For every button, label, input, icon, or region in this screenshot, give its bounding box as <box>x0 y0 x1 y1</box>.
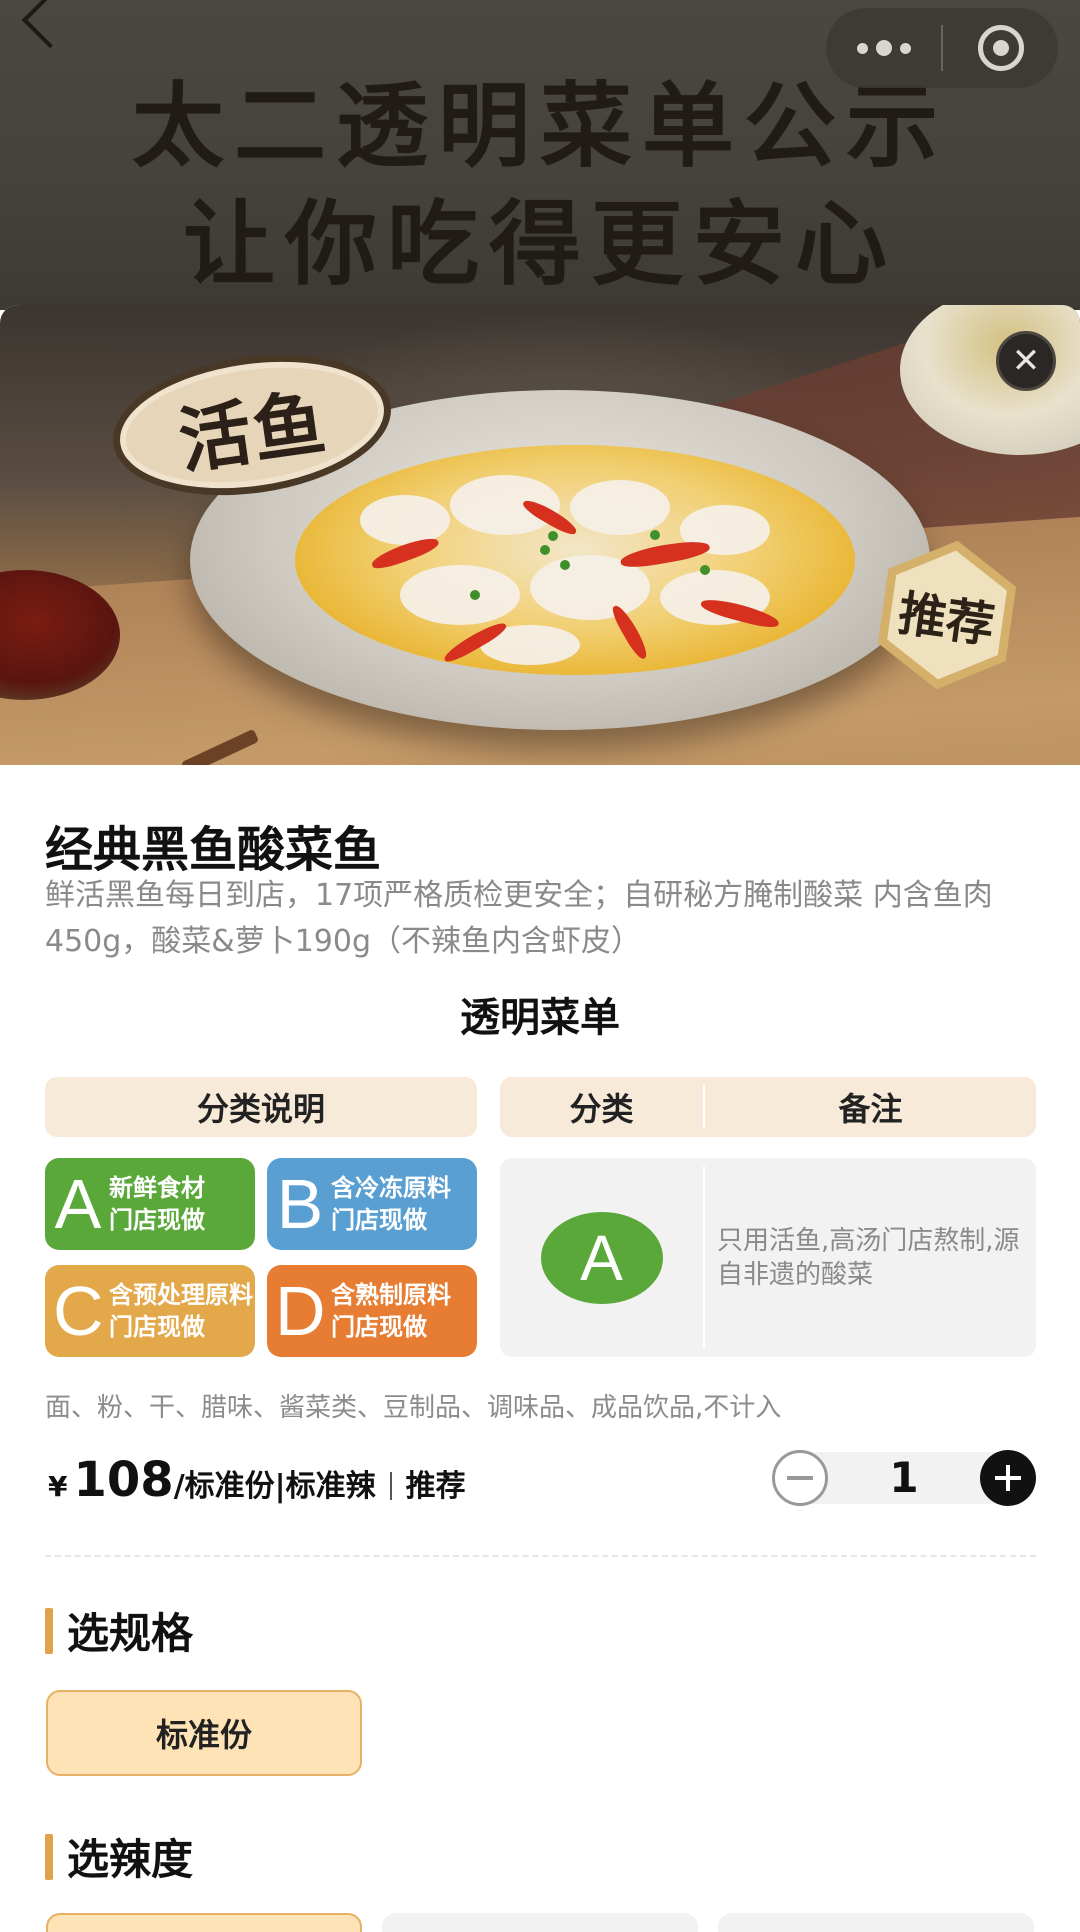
category-c-letter: C <box>53 1272 104 1350</box>
more-options-icon[interactable] <box>826 8 941 88</box>
plus-icon[interactable] <box>980 1450 1036 1506</box>
quantity-value: 1 <box>808 1452 1000 1504</box>
close-icon[interactable]: ✕ <box>996 331 1056 391</box>
classification-header: 分类 备注 <box>500 1077 1036 1137</box>
category-d-letter: D <box>275 1272 326 1350</box>
product-description: 鲜活黑鱼每日到店，17项严格质检更安全；自研秘方腌制酸菜 内含鱼肉450g，酸菜… <box>45 878 993 959</box>
currency-symbol: ¥ <box>48 1470 68 1503</box>
spec-section-title: 选规格 <box>45 1600 193 1661</box>
category-b-line1: 含冷冻原料 <box>331 1174 451 1202</box>
banner-subheadline: 让你吃得更安心 <box>182 190 897 298</box>
product-detail-page: 太二透明菜单公示 让你吃得更安心 活鱼 推荐 ✕ 经典黑鱼酸菜鱼 鲜活黑鱼每日到… <box>0 0 1080 1932</box>
mini-program-capsule <box>826 8 1058 88</box>
spice-option-2[interactable] <box>382 1913 698 1932</box>
category-a-line2: 门店现做 <box>109 1206 205 1234</box>
background-banner: 太二透明菜单公示 让你吃得更安心 <box>0 0 1080 310</box>
quantity-stepper: 1 <box>772 1450 1036 1506</box>
price-tag: 推荐 <box>405 1469 466 1504</box>
category-column-header: 分类 <box>569 1090 634 1128</box>
category-c-line2: 门店现做 <box>109 1313 205 1341</box>
category-d-line1: 含熟制原料 <box>331 1281 451 1309</box>
transparent-menu-title: 透明菜单 <box>460 995 620 1041</box>
product-name: 经典黑鱼酸菜鱼 <box>45 822 382 878</box>
category-b-legend: B 含冷冻原料门店现做 <box>267 1158 477 1250</box>
divider <box>45 1555 1036 1557</box>
category-d-line2: 门店现做 <box>331 1313 427 1341</box>
back-arrow-icon[interactable] <box>21 0 79 49</box>
recommend-badge-text: 推荐 <box>894 585 998 655</box>
spice-section-title: 选辣度 <box>45 1826 193 1887</box>
note-column-header: 备注 <box>838 1090 903 1128</box>
category-legend-header: 分类说明 <box>45 1077 477 1137</box>
item-classification: A 只用活鱼,高汤门店熬制,源自非遗的酸菜 <box>500 1158 1036 1357</box>
item-category-badge: A <box>540 1211 663 1304</box>
category-d-legend: D 含熟制原料门店现做 <box>267 1265 477 1357</box>
price-amount: 108 <box>73 1452 174 1508</box>
minus-icon[interactable] <box>772 1450 828 1506</box>
category-b-line2: 门店现做 <box>331 1206 427 1234</box>
live-fish-badge-text: 活鱼 <box>173 378 333 484</box>
exit-target-icon[interactable] <box>943 8 1058 88</box>
product-sheet: 活鱼 推荐 ✕ 经典黑鱼酸菜鱼 鲜活黑鱼每日到店，17项严格质检更安全；自研秘方… <box>0 305 1080 1932</box>
category-a-line1: 新鲜食材 <box>109 1174 205 1202</box>
category-a-letter: A <box>54 1165 102 1243</box>
spice-option-3[interactable] <box>718 1913 1034 1932</box>
category-b-letter: B <box>276 1165 324 1243</box>
dish-photo: 活鱼 推荐 ✕ <box>0 305 1080 765</box>
spice-section-label: 选辣度 <box>67 1835 194 1884</box>
category-a-legend: A 新鲜食材门店现做 <box>45 1158 255 1250</box>
price-spec: /标准份|标准辣 <box>173 1469 376 1504</box>
category-c-legend: C 含预处理原料 门店现做 <box>45 1265 255 1357</box>
category-c-line1: 含预处理原料 <box>109 1281 253 1309</box>
spice-option-1[interactable] <box>46 1913 362 1932</box>
item-note: 只用活鱼,高汤门店熬制,源自非遗的酸菜 <box>717 1225 1020 1290</box>
spec-section-label: 选规格 <box>67 1609 194 1658</box>
exclusion-note: 面、粉、干、腊味、酱菜类、豆制品、调味品、成品饮品,不计入 <box>45 1393 782 1423</box>
spec-option-standard[interactable]: 标准份 <box>46 1690 362 1776</box>
category-legend-header-label: 分类说明 <box>196 1090 325 1128</box>
price-line: ¥ 108 /标准份|标准辣 推荐 <box>48 1452 466 1508</box>
